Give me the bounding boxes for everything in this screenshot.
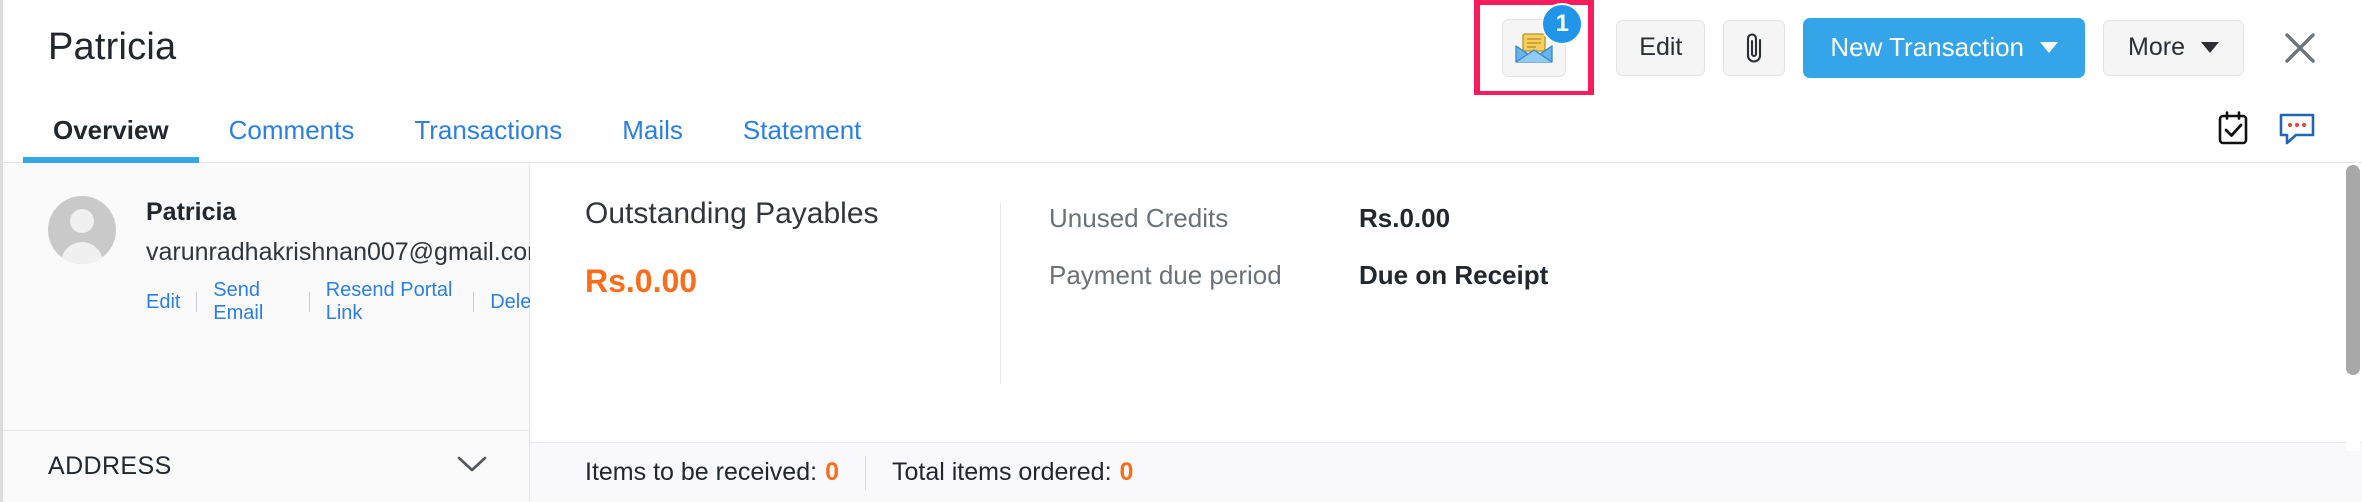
items-to-be-received-value: 0	[825, 458, 839, 487]
items-status-bar: Items to be received: 0 Total items orde…	[530, 442, 2362, 502]
tab-bar: Overview Comments Transactions Mails Sta…	[0, 95, 2362, 163]
contact-name: Patricia	[146, 198, 548, 227]
close-icon	[2280, 28, 2320, 68]
chevron-down-icon	[2040, 42, 2058, 53]
contact-edit-link[interactable]: Edit	[146, 291, 180, 314]
address-section-toggle[interactable]: ADDRESS	[3, 430, 529, 502]
link-separator	[473, 292, 474, 312]
scrollbar-thumb[interactable]	[2346, 165, 2360, 375]
total-items-ordered-value: 0	[1120, 458, 1134, 487]
tab-comments[interactable]: Comments	[199, 115, 385, 162]
send-mail-button[interactable]: 1	[1502, 19, 1566, 77]
contact-detail-page: Patricia 1 Edit	[0, 0, 2362, 502]
stat-row: Payment due period Due on Receipt	[1049, 260, 1548, 291]
tab-list: Overview Comments Transactions Mails Sta…	[23, 115, 891, 162]
unused-credits-label: Unused Credits	[1049, 203, 1359, 234]
mail-unread-badge: 1	[1541, 3, 1583, 45]
new-transaction-button[interactable]: New Transaction	[1803, 18, 2085, 78]
attachment-button[interactable]	[1723, 20, 1785, 76]
footer-separator	[865, 456, 866, 490]
total-items-ordered: Total items ordered: 0	[892, 458, 1133, 487]
tab-overview[interactable]: Overview	[23, 115, 199, 162]
paperclip-icon	[1741, 31, 1767, 65]
outstanding-payables-card: Outstanding Payables Rs.0.00	[530, 197, 1000, 442]
chevron-down-icon	[2201, 42, 2219, 53]
contact-resend-portal-link[interactable]: Resend Portal Link	[326, 279, 458, 325]
link-separator	[196, 292, 197, 312]
contact-email: varunradhakrishnan007@gmail.com	[146, 238, 548, 267]
more-button[interactable]: More	[2103, 20, 2244, 76]
contact-action-links: Edit Send Email Resend Portal Link Delet…	[146, 279, 548, 325]
total-items-ordered-label: Total items ordered:	[892, 458, 1112, 487]
stat-row: Unused Credits Rs.0.00	[1049, 203, 1548, 234]
tasks-clipboard-button[interactable]	[2216, 111, 2250, 152]
outstanding-payables-value: Rs.0.00	[585, 263, 1000, 300]
contact-send-email-link[interactable]: Send Email	[213, 279, 293, 325]
overview-stats: Outstanding Payables Rs.0.00 Unused Cred…	[530, 163, 2362, 442]
tab-statement[interactable]: Statement	[713, 115, 892, 162]
page-body: Patricia varunradhakrishnan007@gmail.com…	[0, 163, 2362, 502]
contact-info: Patricia varunradhakrishnan007@gmail.com…	[146, 196, 548, 325]
overview-panel: Outstanding Payables Rs.0.00 Unused Cred…	[530, 163, 2362, 502]
chevron-down-icon	[455, 453, 489, 480]
payment-due-period-label: Payment due period	[1049, 260, 1359, 291]
tasks-clipboard-icon	[2216, 111, 2250, 147]
contact-sidebar: Patricia varunradhakrishnan007@gmail.com…	[3, 163, 530, 502]
edit-button[interactable]: Edit	[1616, 20, 1705, 76]
unused-credits-value: Rs.0.00	[1359, 203, 1450, 234]
tab-mails[interactable]: Mails	[592, 115, 713, 162]
items-to-be-received-label: Items to be received:	[585, 458, 817, 487]
new-transaction-label: New Transaction	[1830, 32, 2024, 63]
payment-due-period-value: Due on Receipt	[1359, 260, 1548, 291]
close-button[interactable]	[2270, 18, 2330, 78]
contact-summary: Patricia varunradhakrishnan007@gmail.com…	[3, 163, 529, 325]
header-actions: 1 Edit New Transaction More	[1474, 0, 2338, 97]
items-to-be-received: Items to be received: 0	[585, 458, 839, 487]
page-title: Patricia	[48, 26, 176, 69]
comment-bubble-button[interactable]	[2278, 111, 2316, 152]
mail-button-highlight: 1	[1474, 0, 1594, 97]
avatar	[48, 196, 116, 264]
address-section-label: ADDRESS	[48, 452, 172, 481]
tab-transactions[interactable]: Transactions	[384, 115, 592, 162]
tab-bar-icons	[2216, 111, 2362, 162]
outstanding-payables-label: Outstanding Payables	[585, 197, 1000, 231]
more-label: More	[2128, 33, 2185, 62]
vertical-scrollbar[interactable]	[2346, 165, 2360, 451]
link-separator	[309, 292, 310, 312]
comment-bubble-icon	[2278, 111, 2316, 147]
secondary-stats: Unused Credits Rs.0.00 Payment due perio…	[1001, 197, 1548, 442]
page-header: Patricia 1 Edit	[0, 0, 2362, 95]
